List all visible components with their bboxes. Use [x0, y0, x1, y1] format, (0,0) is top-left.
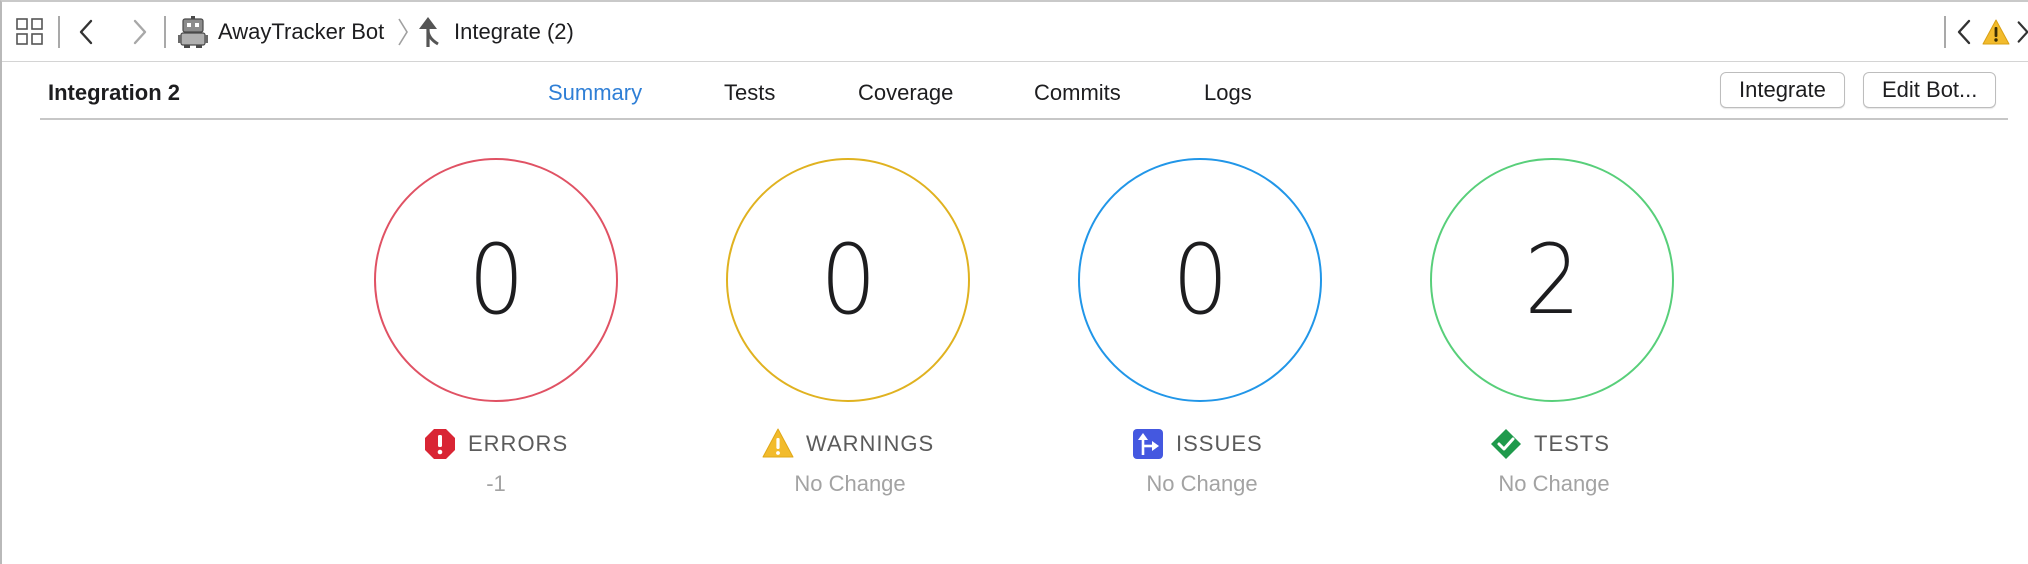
tests-icon [1490, 428, 1522, 460]
jumpbar-divider [1944, 16, 1946, 48]
breadcrumb-integration[interactable]: Integrate (2) [454, 16, 574, 48]
tests-delta: No Change [1498, 471, 1610, 496]
warnings-label: WARNINGS [806, 431, 935, 456]
back-arrow-icon[interactable] [72, 18, 100, 46]
bot-icon [178, 16, 208, 48]
tests-label: TESTS [1534, 431, 1610, 456]
errors-label-row: ERRORS [424, 426, 568, 462]
tests-label-row: TESTS [1490, 426, 1610, 462]
tests-count: 2 [1524, 224, 1581, 336]
edit-bot-button[interactable]: Edit Bot... [1863, 72, 1997, 108]
tab-tests[interactable]: Tests [724, 75, 775, 111]
next-issue-icon[interactable] [2016, 18, 2028, 46]
tab-coverage[interactable]: Coverage [858, 75, 953, 111]
previous-issue-icon[interactable] [1952, 18, 1976, 46]
error-icon [424, 428, 456, 460]
jumpbar-divider [58, 16, 60, 48]
issues-count: 0 [1172, 224, 1229, 336]
errors-count: 0 [468, 224, 525, 336]
warnings-delta: No Change [794, 471, 906, 496]
tests-ring[interactable]: 2 [1430, 158, 1674, 402]
errors-ring[interactable]: 0 [374, 158, 618, 402]
header-divider [40, 118, 2008, 120]
warnings-label-row: WARNINGS [762, 426, 934, 462]
errors-delta: -1 [486, 471, 506, 496]
warnings-count: 0 [820, 224, 877, 336]
issues-ring[interactable]: 0 [1078, 158, 1322, 402]
jump-bar: AwayTracker Bot Integrate (2) [2, 2, 2028, 62]
tab-summary[interactable]: Summary [548, 75, 642, 111]
issues-label: ISSUES [1176, 431, 1263, 456]
breadcrumb-bot-name[interactable]: AwayTracker Bot [218, 16, 384, 48]
integrate-button[interactable]: Integrate [1720, 72, 1845, 108]
issues-delta: No Change [1146, 471, 1258, 496]
related-items-grid-icon[interactable] [16, 18, 44, 46]
issues-icon [1132, 428, 1164, 460]
errors-label: ERRORS [468, 431, 569, 456]
forward-arrow-icon[interactable] [126, 18, 154, 46]
xcode-bot-window: AwayTracker Bot Integrate (2) Integratio… [0, 0, 2028, 564]
breadcrumb-chevron-icon [396, 16, 410, 53]
integration-title: Integration 2 [48, 80, 181, 105]
warning-icon [762, 428, 794, 460]
integration-branch-icon [416, 16, 444, 48]
warnings-ring[interactable]: 0 [726, 158, 970, 402]
tab-logs[interactable]: Logs [1204, 75, 1252, 111]
tab-commits[interactable]: Commits [1034, 75, 1121, 111]
issues-label-row: ISSUES [1132, 426, 1263, 462]
jumpbar-divider [164, 16, 166, 48]
warning-icon[interactable] [1982, 18, 2010, 46]
